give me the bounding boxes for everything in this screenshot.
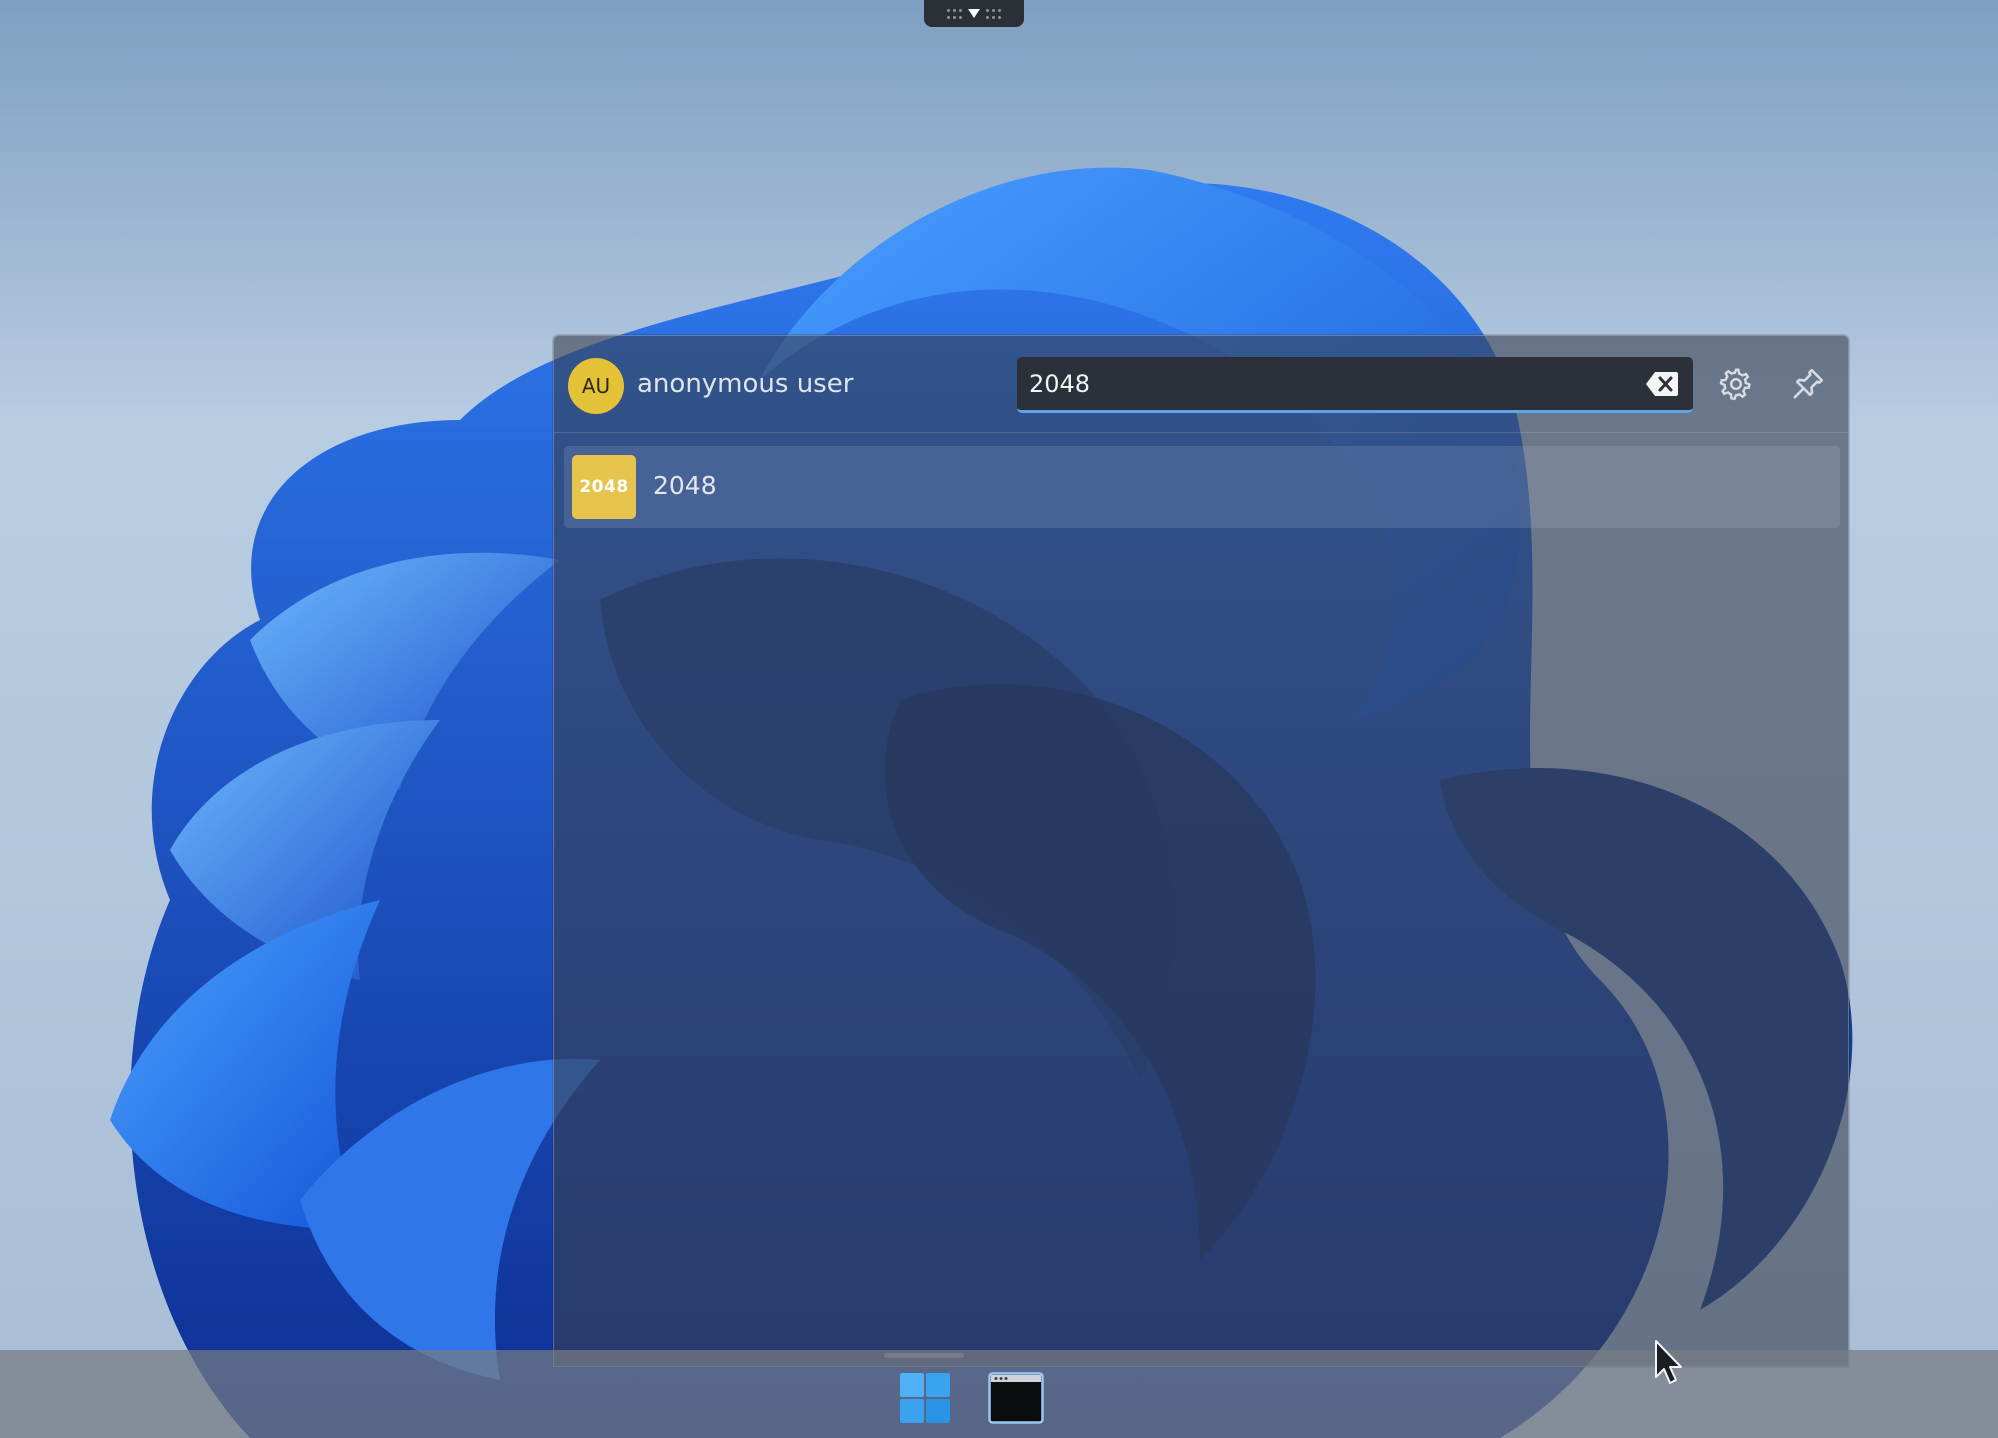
result-label: 2048 (653, 471, 717, 500)
list-item[interactable]: 2048 2048 (564, 446, 1840, 528)
grip-dots-icon (986, 8, 1001, 19)
launcher-header: AU anonymous user (554, 336, 1848, 433)
avatar-initials: AU (581, 374, 611, 398)
windows-start-icon (900, 1373, 950, 1423)
clear-search-button[interactable] (1645, 371, 1679, 397)
app-2048-icon: 2048 (572, 455, 636, 519)
grip-dots-icon (947, 8, 962, 19)
pin-icon (1793, 368, 1824, 399)
mouse-cursor-icon (1654, 1339, 1684, 1387)
caret-down-icon (968, 9, 980, 18)
pin-button[interactable] (1784, 360, 1832, 408)
gear-icon (1719, 368, 1751, 401)
search-input[interactable] (1029, 365, 1619, 403)
terminal-window-icon (988, 1372, 1044, 1424)
backspace-icon (1646, 372, 1678, 396)
search-results-list: 2048 2048 (564, 446, 1840, 528)
app-icon-text: 2048 (579, 477, 629, 497)
taskbar (0, 1350, 1998, 1438)
start-button[interactable] (897, 1370, 953, 1426)
dropdown-handle[interactable] (924, 0, 1024, 27)
user-name: anonymous user (637, 369, 854, 399)
search-box (1017, 357, 1693, 413)
app-launcher-panel: AU anonymous user 2048 2048 2048 (553, 335, 1849, 1367)
avatar[interactable]: AU (568, 358, 624, 414)
settings-button[interactable] (1712, 360, 1760, 408)
taskbar-window-button[interactable] (988, 1370, 1044, 1426)
